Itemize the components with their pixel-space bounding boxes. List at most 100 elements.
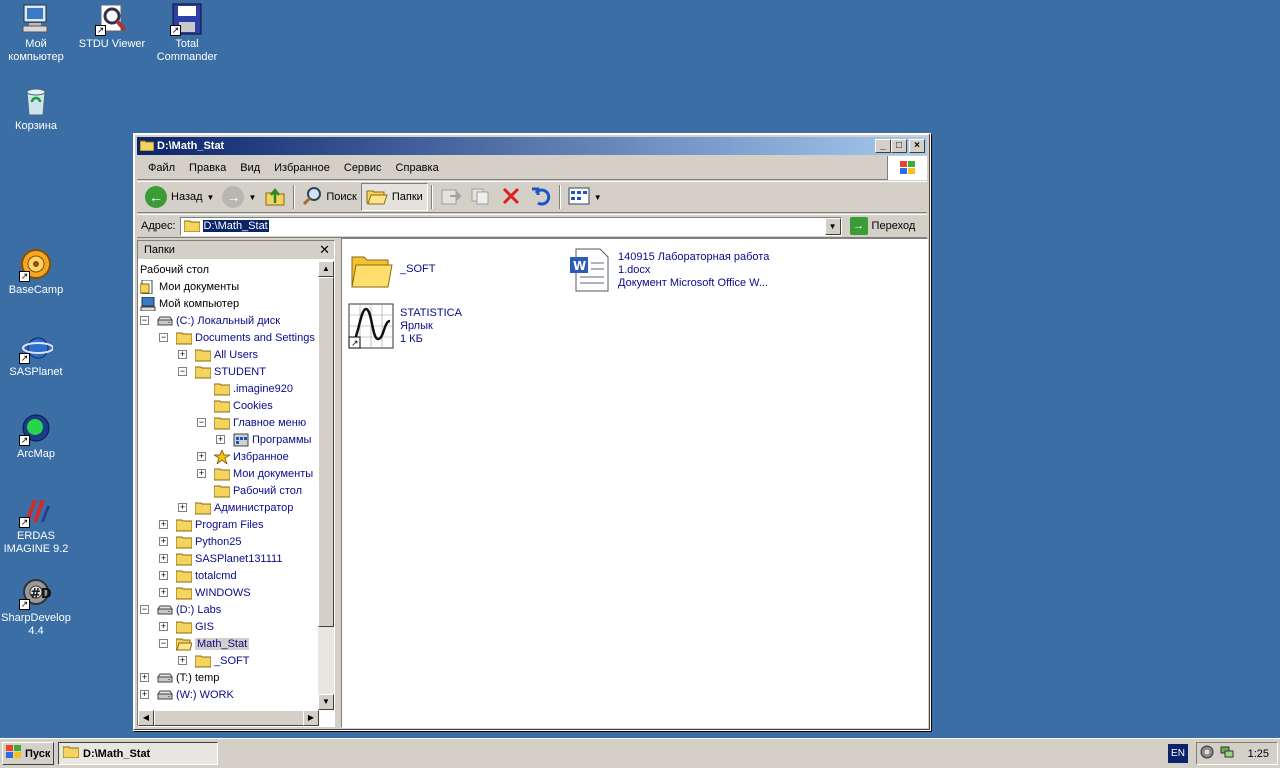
taskbar-window-button[interactable]: D:\Math_Stat [58,742,218,765]
tree-item[interactable]: + GIS [159,618,214,635]
expand-icon[interactable]: + [159,622,168,631]
desktop-icon-arcmap[interactable]: ↗ ArcMap [0,412,74,461]
collapse-icon[interactable]: − [178,367,187,376]
horizontal-scrollbar[interactable]: ◀ ▶ [138,710,319,726]
address-input[interactable]: D:\Math_Stat ▼ [179,216,842,236]
start-button[interactable]: Пуск [2,742,54,765]
menu-file[interactable]: Файл [141,160,182,176]
minimize-button[interactable]: _ [875,139,891,153]
tree-item[interactable]: + SASPlanet131111 [159,550,282,567]
expand-icon[interactable]: + [197,469,206,478]
desktop-icon-total-commander[interactable]: ↗ Total Commander [149,2,225,64]
back-dropdown-icon[interactable]: ▼ [207,193,215,202]
scroll-up-button[interactable]: ▲ [318,261,334,277]
move-to-button[interactable] [436,183,466,211]
menu-tools[interactable]: Сервис [337,160,389,176]
tree-item[interactable]: − (C:) Локальный диск [140,312,280,329]
vertical-scrollbar[interactable]: ▲ ▼ [318,261,334,710]
tree-item[interactable]: − Documents and Settings [159,329,315,346]
menu-favorites[interactable]: Избранное [267,160,337,176]
expand-icon[interactable]: + [159,571,168,580]
desktop-icon-stdu-viewer[interactable]: ↗ STDU Viewer [74,2,150,51]
tree-item[interactable]: Мои документы [139,278,239,295]
collapse-icon[interactable]: − [140,316,149,325]
tree-item[interactable]: Рабочий стол [140,261,209,278]
undo-button[interactable] [526,183,556,211]
tree-item[interactable]: − STUDENT [178,363,266,380]
tree-item[interactable]: Рабочий стол [197,482,302,499]
expand-icon[interactable]: + [159,554,168,563]
menu-view[interactable]: Вид [233,160,267,176]
expand-icon[interactable]: + [178,503,187,512]
tray-network-icon[interactable] [1220,745,1234,762]
language-indicator[interactable]: EN [1168,744,1188,763]
tree-item[interactable]: + Мои документы [197,465,313,482]
back-button[interactable]: ← Назад ▼ [141,183,218,211]
tree-item[interactable]: + totalcmd [159,567,237,584]
tree-item[interactable]: − Math_Stat [159,635,250,652]
collapse-icon[interactable]: − [140,605,149,614]
expand-icon[interactable]: + [159,588,168,597]
title-bar[interactable]: D:\Math_Stat _ □ × [137,137,927,155]
file-item-soft[interactable]: _SOFT [348,247,435,293]
tree-item[interactable]: .imagine920 [197,380,293,397]
expand-icon[interactable]: + [178,656,187,665]
desktop-icon-my-computer[interactable]: Мой компьютер [0,2,74,64]
clock[interactable]: 1:25 [1248,748,1269,760]
tree-item[interactable]: Мой компьютер [140,295,239,312]
expand-icon[interactable]: + [159,537,168,546]
scroll-down-button[interactable]: ▼ [318,694,334,710]
file-item-statistica[interactable]: ↗ STATISTICA Ярлык 1 КБ [348,303,462,349]
collapse-icon[interactable]: − [159,333,168,342]
menu-edit[interactable]: Правка [182,160,233,176]
forward-button[interactable]: → ▼ [218,183,260,211]
delete-button[interactable] [496,183,526,211]
desktop-icon-basecamp[interactable]: ↗ BaseCamp [0,248,74,297]
tray-app-icon[interactable] [1200,745,1214,762]
close-button[interactable]: × [909,139,925,153]
tree-item[interactable]: − (D:) Labs [140,601,221,618]
folders-pane-close-button[interactable]: ✕ [319,242,330,258]
scroll-left-button[interactable]: ◀ [138,710,154,726]
address-dropdown-icon[interactable]: ▼ [824,217,841,235]
collapse-icon[interactable]: − [197,418,206,427]
views-dropdown-icon[interactable]: ▼ [594,193,602,202]
maximize-button[interactable]: □ [891,139,907,153]
tree-item[interactable]: + Python25 [159,533,241,550]
collapse-icon[interactable]: − [159,639,168,648]
desktop-icon-erdas-imagine[interactable]: ↗ ERDAS IMAGINE 9.2 [0,494,74,556]
tree-item[interactable]: − Главное меню [197,414,306,431]
tree-item[interactable]: Cookies [197,397,273,414]
up-folder-button[interactable] [260,183,290,211]
scroll-thumb[interactable] [318,277,334,627]
desktop-icon-sharpdevelop[interactable]: #D ↗ SharpDevelop 4.4 [0,576,74,638]
desktop-icon-sasplanet[interactable]: ↗ SASPlanet [0,330,74,379]
expand-icon[interactable]: + [197,452,206,461]
expand-icon[interactable]: + [178,350,187,359]
desktop-icon-recycle-bin[interactable]: Корзина [0,84,74,133]
tree-item[interactable]: + Администратор [178,499,293,516]
copy-to-button[interactable] [466,183,496,211]
tree-item[interactable]: + WINDOWS [159,584,251,601]
expand-icon[interactable]: + [140,690,149,699]
expand-icon[interactable]: + [159,520,168,529]
tree-item[interactable]: + Program Files [159,516,263,533]
expand-icon[interactable]: + [216,435,225,444]
folders-pane: Папки ✕ Рабочий стол Мои документы Мой ком… [137,240,335,727]
tree-item[interactable]: + Программы [216,431,311,448]
search-button[interactable]: Поиск [298,183,360,211]
forward-dropdown-icon[interactable]: ▼ [248,193,256,202]
hscroll-thumb[interactable] [154,710,304,726]
file-item-docx[interactable]: W 140915 Лабораторная работа 1.docx Доку… [566,247,769,293]
views-button[interactable]: ▼ [564,183,606,211]
expand-icon[interactable]: + [140,673,149,682]
tree-item[interactable]: + Избранное [197,448,289,465]
scroll-right-button[interactable]: ▶ [303,710,319,726]
go-button[interactable]: → Переход [849,217,915,235]
folders-button[interactable]: Папки [360,183,428,211]
tree-item[interactable]: + All Users [178,346,258,363]
tree-item[interactable]: + _SOFT [178,652,249,669]
tree-item[interactable]: + (T:) temp [140,669,219,686]
tree-item[interactable]: + (W:) WORK [140,686,234,703]
menu-help[interactable]: Справка [389,160,446,176]
